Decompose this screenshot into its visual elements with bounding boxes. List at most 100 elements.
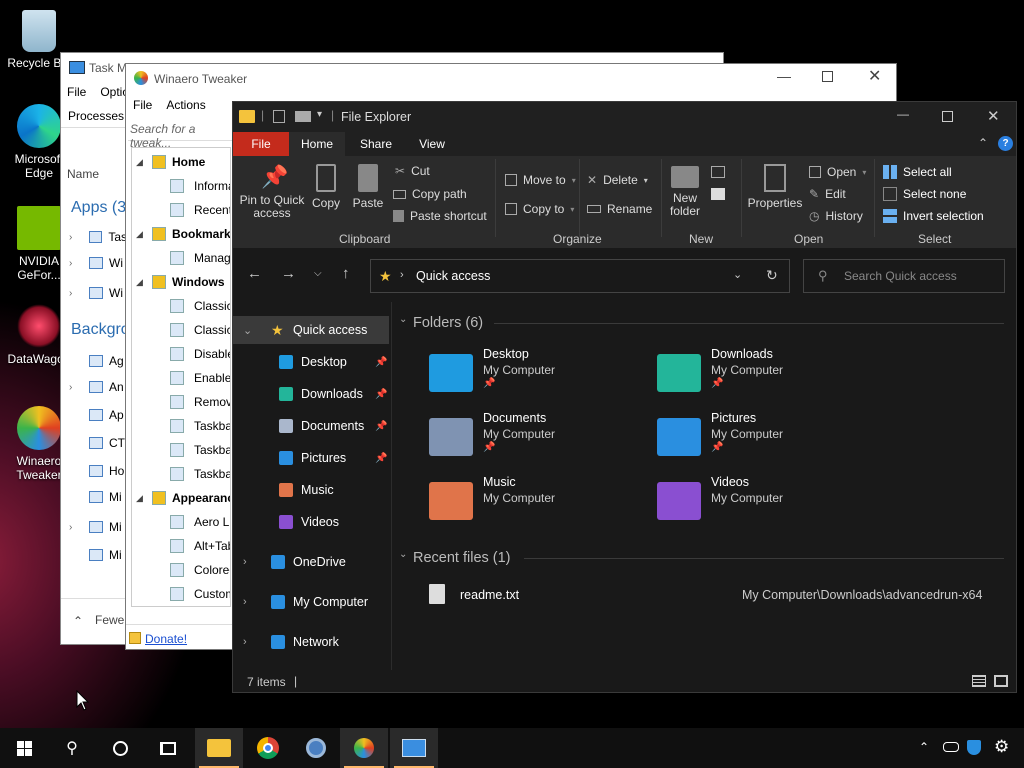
search-box[interactable]: ⚲ Search Quick access (803, 259, 1005, 293)
tree-collapse-icon[interactable]: ◢ (136, 229, 143, 240)
nav-item-onedrive[interactable]: › OneDrive (241, 548, 391, 576)
folder-tile-desktop[interactable]: Desktop My Computer 📌 (429, 346, 555, 392)
invert-selection-button[interactable]: Invert selection (883, 209, 984, 223)
paste-button[interactable]: Paste (351, 164, 385, 210)
process-row[interactable]: Ap (61, 403, 127, 427)
tree-item[interactable]: ◢ Bookmarks (132, 222, 230, 246)
rename-button[interactable]: Rename (587, 202, 652, 216)
taskbar-chrome[interactable] (244, 728, 292, 768)
tree-item[interactable]: Enable (132, 366, 230, 390)
taskbar-settings-app[interactable] (292, 728, 340, 768)
new-item-icon[interactable] (711, 166, 725, 178)
expand-chevron-icon[interactable]: › (243, 636, 247, 648)
tab-view[interactable]: View (407, 132, 457, 156)
details-view-icon[interactable] (972, 675, 986, 687)
address-dropdown-icon[interactable]: ⌄ (733, 268, 742, 281)
tab-share[interactable]: Share (345, 132, 407, 156)
properties-button[interactable]: Properties (745, 164, 805, 210)
process-row[interactable]: Ho (61, 459, 127, 483)
nav-item-documents[interactable]: Documents 📌 (241, 412, 391, 440)
properties-qat-icon[interactable] (273, 110, 285, 123)
tree-item[interactable]: Aero Li (132, 510, 230, 534)
copy-to-button[interactable]: Copy to ▾ (505, 202, 574, 216)
expanded-chevron-icon[interactable]: ⌄ (243, 324, 252, 337)
delete-button[interactable]: ✕ Delete ▾ (587, 173, 648, 187)
nav-item-my-computer[interactable]: › My Computer (241, 588, 391, 616)
tweak-tree[interactable]: ◢ Home Informa Recent ◢ Bookmarks Manage ◢ Windo… (131, 147, 231, 607)
process-row[interactable]: › Wi (61, 251, 127, 275)
tree-item[interactable]: ◢ Windows (132, 270, 230, 294)
expand-chevron-icon[interactable]: › (243, 556, 247, 568)
search-input[interactable]: Search Quick access (844, 269, 957, 283)
tab-processes[interactable]: Processes (68, 109, 124, 123)
expand-chevron-icon[interactable]: › (243, 596, 247, 608)
tree-item[interactable]: Colored (132, 558, 230, 582)
maximize-icon[interactable] (822, 71, 833, 82)
tree-collapse-icon[interactable]: ◢ (136, 157, 143, 168)
tab-home[interactable]: Home (289, 132, 345, 156)
copy-button[interactable]: Copy (311, 164, 341, 210)
navigation-pane[interactable]: ⌄ ★ Quick access Desktop 📌 Downloads 📌 Document… (233, 302, 391, 674)
title-bar[interactable]: | ▾ | File Explorer — ✕ (233, 102, 1016, 132)
collapse-ribbon-icon[interactable]: ⌃ (978, 136, 988, 150)
tree-item[interactable]: ◢ Home (132, 150, 230, 174)
expand-chevron-icon[interactable]: › (61, 522, 77, 533)
new-folder-button[interactable]: New folder (665, 166, 705, 218)
process-row[interactable]: › Tas (61, 225, 127, 249)
list-item[interactable]: readme.txt My Computer\Downloads\advance… (423, 582, 1003, 608)
tree-item[interactable]: Manage (132, 246, 230, 270)
expand-chevron-icon[interactable]: › (61, 288, 77, 299)
up-arrow-icon[interactable]: ↑ (342, 265, 350, 282)
windows-security-shield-icon[interactable] (967, 740, 981, 755)
close-icon[interactable]: ✕ (868, 66, 881, 86)
tree-item[interactable]: Classic (132, 318, 230, 342)
process-row[interactable]: › Wi (61, 281, 127, 305)
process-row[interactable]: › Mi (61, 515, 127, 539)
nav-item-music[interactable]: Music (241, 476, 391, 504)
settings-gear-tray-icon[interactable]: ⚙ (994, 737, 1009, 757)
file-explorer-window[interactable]: | ▾ | File Explorer — ✕ File Home Share … (232, 101, 1017, 693)
expand-chevron-icon[interactable]: › (61, 232, 77, 243)
expand-chevron-icon[interactable]: › (61, 382, 77, 393)
tree-item[interactable]: Taskba (132, 462, 230, 486)
process-row[interactable]: Ag (61, 349, 127, 373)
fewer-details-chevron-icon[interactable]: ⌃ (73, 614, 83, 628)
tweak-search-input[interactable]: Search for a tweak... (128, 119, 232, 150)
move-to-button[interactable]: Move to ▾ (505, 173, 576, 187)
search-button[interactable]: ⚲ (48, 728, 96, 768)
tree-item[interactable]: Taskba (132, 414, 230, 438)
nav-item-videos[interactable]: Videos (241, 508, 391, 536)
tree-collapse-icon[interactable]: ◢ (136, 277, 143, 288)
tree-item[interactable]: Taskba (132, 438, 230, 462)
process-row[interactable]: Mi (61, 485, 127, 509)
tree-item[interactable]: Recent (132, 198, 230, 222)
select-none-button[interactable]: Select none (883, 187, 966, 201)
cortana-button[interactable] (96, 728, 144, 768)
address-bar[interactable]: ★ › Quick access ⌄ ↻ (370, 259, 790, 293)
folder-tile-videos[interactable]: Videos My Computer (657, 474, 783, 520)
folder-tile-downloads[interactable]: Downloads My Computer 📌 (657, 346, 783, 392)
network-disconnected-icon[interactable] (943, 742, 959, 752)
taskbar-winaero-tweaker[interactable] (340, 728, 388, 768)
new-folder-qat-icon[interactable] (295, 111, 311, 122)
cut-button[interactable]: ✂ Cut (395, 164, 430, 178)
minimize-icon[interactable]: — (897, 107, 909, 121)
breadcrumb[interactable]: Quick access (416, 269, 490, 283)
tree-item[interactable]: Disable (132, 342, 230, 366)
nav-item-downloads[interactable]: Downloads 📌 (241, 380, 391, 408)
minimize-icon[interactable]: — (777, 68, 791, 84)
process-row[interactable]: CT (61, 431, 127, 455)
tree-item[interactable]: ◢ Appearance (132, 486, 230, 510)
help-icon[interactable]: ? (998, 136, 1013, 151)
select-all-button[interactable]: Select all (883, 165, 952, 179)
paste-shortcut-button[interactable]: Paste shortcut (393, 209, 487, 223)
tree-item[interactable]: Informa (132, 174, 230, 198)
column-header-name[interactable]: Name (67, 167, 99, 181)
history-button[interactable]: ◷ History (809, 209, 863, 223)
start-button[interactable] (0, 728, 48, 768)
maximize-icon[interactable] (942, 111, 953, 122)
tab-file[interactable]: File (233, 132, 289, 156)
tree-item[interactable]: Remov (132, 390, 230, 414)
menu-actions[interactable]: Actions (166, 98, 205, 112)
menu-file[interactable]: File (67, 85, 86, 99)
